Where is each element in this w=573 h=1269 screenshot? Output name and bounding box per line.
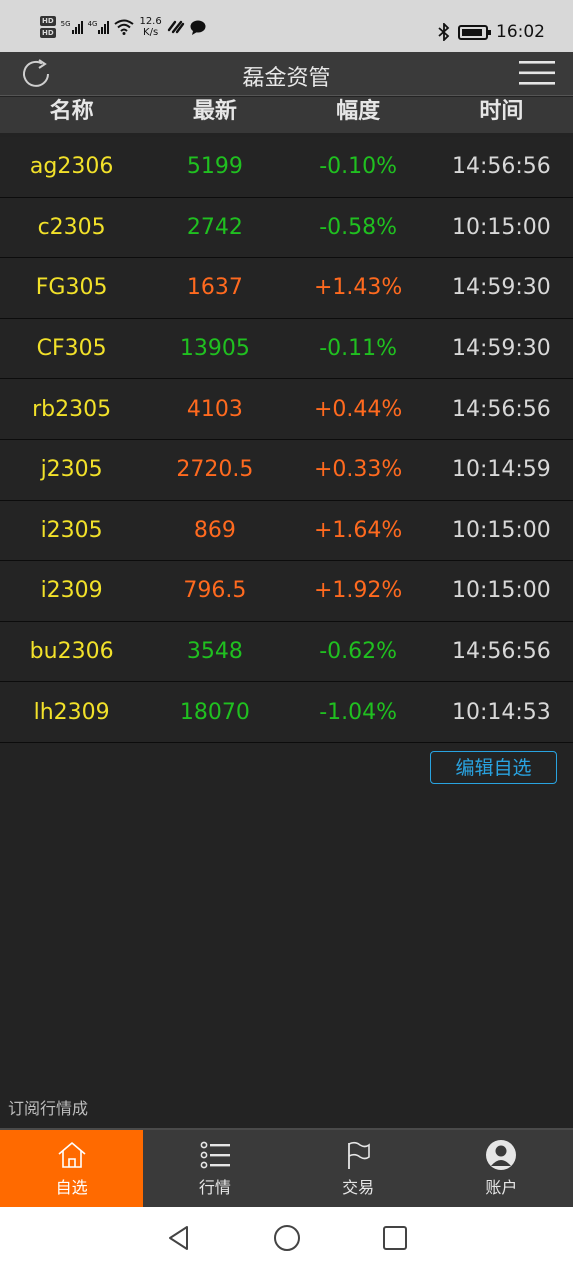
column-header-time[interactable]: 时间 (430, 97, 573, 133)
table-row[interactable]: FG305 1637 +1.43% 14:59:30 (0, 258, 573, 319)
hd-icon: HD (40, 16, 56, 26)
price-change: +1.43% (313, 275, 403, 301)
latest-price: 796.5 (183, 578, 247, 604)
table-row[interactable]: lh2309 18070 -1.04% 10:14:53 (0, 682, 573, 743)
contract-name: CF305 (36, 336, 107, 362)
price-change: -0.10% (319, 154, 398, 180)
column-header-change[interactable]: 幅度 (287, 97, 430, 133)
latest-price: 4103 (186, 396, 243, 422)
battery-icon (458, 24, 491, 40)
user-icon (486, 1140, 517, 1170)
contract-name: lh2309 (33, 699, 110, 725)
contract-name: rb2305 (32, 396, 112, 422)
home-circle-icon[interactable] (273, 1224, 301, 1252)
quote-time: 14:59:30 (451, 336, 551, 362)
table-row[interactable]: rb2305 4103 +0.44% 14:56:56 (0, 379, 573, 440)
quote-time: 10:15:00 (451, 578, 551, 604)
signal-4g-icon: 4G (88, 20, 110, 34)
latest-price: 3548 (186, 639, 243, 665)
quote-time: 10:14:53 (451, 699, 551, 725)
table-row[interactable]: bu2306 3548 -0.62% 14:56:56 (0, 621, 573, 683)
list-icon (200, 1141, 230, 1169)
tab-market[interactable]: 行情 (143, 1130, 286, 1207)
page-title: 磊金资管 (242, 66, 331, 91)
latest-price: 1637 (186, 275, 243, 301)
column-header-name[interactable]: 名称 (0, 97, 143, 133)
clock: 16:02 (496, 22, 545, 42)
price-change: +1.64% (313, 517, 403, 543)
price-change: -0.11% (319, 336, 398, 362)
wifi-icon (114, 19, 135, 35)
link-icon (167, 20, 184, 34)
contract-name: bu2306 (29, 639, 114, 665)
table-row[interactable]: j2305 2720.5 +0.33% 10:14:59 (0, 439, 573, 501)
tab-label: 交易 (342, 1178, 375, 1197)
flag-icon (348, 1141, 370, 1169)
status-icons-right: 16:02 (438, 22, 545, 42)
quote-time: 10:14:59 (451, 457, 551, 483)
table-row[interactable]: i2309 796.5 +1.92% 10:15:00 (0, 561, 573, 622)
system-navigation-bar (0, 1207, 573, 1269)
price-change: +0.33% (313, 457, 403, 483)
network-speed: 12.6 K/s (139, 16, 162, 38)
status-bar: HD HD 5G 4G 12.6 K/s 16:02 (0, 0, 573, 52)
table-header: 名称 最新 幅度 时间 (0, 97, 573, 133)
table-row[interactable]: c2305 2742 -0.58% 10:15:00 (0, 197, 573, 259)
quote-time: 14:56:56 (451, 154, 551, 180)
bluetooth-icon (438, 23, 450, 41)
table-row[interactable]: ag2306 5199 -0.10% 14:56:56 (0, 137, 573, 198)
hd-icon: HD (40, 28, 56, 38)
tab-label: 自选 (55, 1178, 88, 1197)
tab-label: 账户 (485, 1178, 518, 1197)
table-row[interactable]: i2305 869 +1.64% 10:15:00 (0, 500, 573, 562)
subscription-status: 订阅行情成 (8, 1099, 89, 1118)
tab-trade[interactable]: 交易 (287, 1130, 430, 1207)
edit-watchlist-button[interactable]: 编辑自选 (430, 751, 557, 784)
contract-name: ag2306 (29, 154, 114, 180)
quote-time: 14:56:56 (451, 396, 551, 422)
home-icon (58, 1141, 86, 1168)
watchlist-table: ag2306 5199 -0.10% 14:56:56 c2305 2742 -… (0, 137, 573, 743)
price-change: +1.92% (313, 578, 403, 604)
latest-price: 869 (193, 517, 236, 543)
contract-name: j2305 (40, 457, 103, 483)
latest-price: 2742 (186, 214, 243, 240)
menu-icon[interactable] (519, 59, 555, 87)
quote-time: 10:15:00 (451, 214, 551, 240)
quote-time: 14:56:56 (451, 639, 551, 665)
quote-time: 14:59:30 (451, 275, 551, 301)
latest-price: 13905 (179, 336, 250, 362)
tab-watchlist[interactable]: 自选 (0, 1130, 144, 1207)
tab-label: 行情 (198, 1178, 231, 1197)
status-icons-left: HD HD 5G 4G 12.6 K/s (40, 16, 206, 38)
quote-time: 10:15:00 (451, 517, 551, 543)
price-change: -1.04% (319, 699, 398, 725)
contract-name: i2309 (40, 578, 103, 604)
tab-account[interactable]: 账户 (430, 1130, 573, 1207)
column-header-latest[interactable]: 最新 (143, 97, 286, 133)
price-change: -0.62% (319, 639, 398, 665)
contract-name: FG305 (35, 275, 108, 301)
latest-price: 18070 (179, 699, 250, 725)
bottom-tab-bar: 自选 行情 交易 账户 (0, 1128, 573, 1207)
price-change: -0.58% (319, 214, 398, 240)
app-header: 磊金资管 (0, 52, 573, 96)
chat-bubble-icon (190, 20, 206, 35)
recents-icon[interactable] (381, 1224, 409, 1252)
table-row[interactable]: CF305 13905 -0.11% 14:59:30 (0, 318, 573, 380)
price-change: +0.44% (313, 396, 403, 422)
contract-name: i2305 (40, 517, 103, 543)
latest-price: 2720.5 (176, 457, 254, 483)
contract-name: c2305 (37, 214, 106, 240)
back-icon[interactable] (165, 1224, 193, 1252)
signal-5g-icon: 5G (61, 20, 83, 34)
latest-price: 5199 (186, 154, 243, 180)
